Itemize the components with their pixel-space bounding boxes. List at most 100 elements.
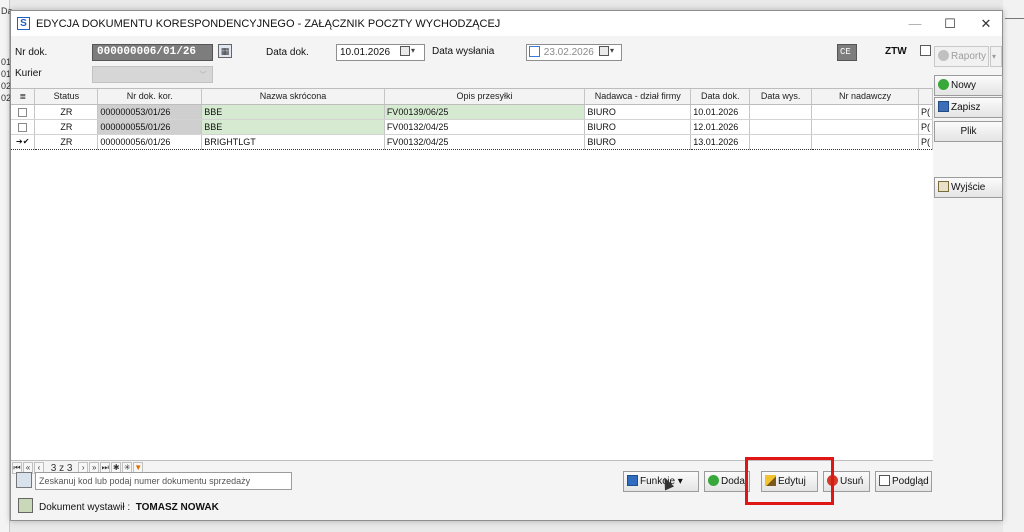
nr-dok-field[interactable]: 000000006/01/26 [92, 44, 213, 61]
table-row[interactable]: ZR 000000053/01/26 BBE FV00139/06/25 BIU… [11, 104, 933, 120]
plik-label: Plik [960, 126, 977, 137]
kurier-select[interactable]: ﹀ [92, 66, 213, 83]
data-wyslania-field[interactable]: 23.02.2026 ▾ [526, 44, 622, 61]
kurier-label: Kurier [15, 68, 42, 79]
cell-nadawca: BIURO [584, 104, 692, 120]
cell-data-dok: 12.01.2026 [690, 119, 751, 135]
ce-field[interactable]: CE [837, 44, 857, 61]
column-header[interactable]: Data wys. [749, 89, 813, 105]
cell-nr-nadawczy [811, 119, 919, 135]
column-header[interactable]: Nr dok. kor. [97, 89, 203, 105]
minimize-button[interactable]: — [901, 14, 929, 33]
column-header[interactable]: Nazwa skrócona [201, 89, 385, 105]
scan-icon[interactable] [16, 472, 32, 488]
cell-nazwa: BRIGHTLGT [201, 133, 385, 150]
reports-icon [938, 49, 949, 61]
plik-button[interactable]: Plik [934, 121, 1003, 142]
ztw-checkbox[interactable] [920, 45, 931, 56]
row-current-marker[interactable]: ➔✔ [11, 133, 36, 150]
scan-input[interactable]: Zeskanuj kod lub podaj numer dokumentu s… [35, 472, 292, 490]
issued-by-user: TOMASZ NOWAK [135, 502, 219, 513]
cell-opis: FV00132/04/25 [384, 119, 586, 135]
cell-nadawca: BIURO [584, 133, 692, 150]
row-checkbox[interactable] [18, 122, 28, 132]
issued-by: Dokument wystawił : TOMASZ NOWAK [39, 502, 219, 513]
maximize-button[interactable]: ☐ [936, 14, 964, 33]
row-checkbox[interactable] [18, 107, 28, 117]
preview-icon [879, 474, 890, 486]
column-header[interactable]: Nadawca - dział firmy [584, 89, 692, 105]
table-row[interactable]: ZR 000000055/01/26 BBE FV00132/04/25 BIU… [11, 119, 933, 135]
nowy-label: Nowy [951, 80, 977, 91]
raporty-button[interactable]: Raporty [934, 46, 989, 67]
zapisz-label: Zapisz [951, 102, 981, 113]
cell-extra: P( [918, 119, 933, 135]
background-column: Da 01 01 02 02 [0, 0, 13, 532]
dialog-window: S EDYCJA DOKUMENTU KORESPONDENCYJNEGO - … [10, 10, 1003, 521]
podglad-label: Podgląd [892, 476, 929, 487]
background-strip [1003, 0, 1024, 532]
cell-nr: 000000056/01/26 [97, 133, 203, 150]
usun-label: Usuń [840, 476, 864, 487]
dodaj-button[interactable]: Dodaj [704, 471, 750, 492]
documents-grid[interactable]: ≣ Status Nr dok. kor. Nazwa skrócona Opi… [11, 88, 933, 461]
title-bar: S EDYCJA DOKUMENTU KORESPONDENCYJNEGO - … [11, 11, 1002, 36]
raporty-label: Raporty [951, 51, 987, 62]
home-icon [938, 180, 949, 192]
chevron-down-icon: ﹀ [199, 72, 207, 79]
data-wyslania-checkbox[interactable] [529, 46, 540, 57]
calendar-dropdown-icon[interactable]: ▾ [599, 46, 614, 59]
data-dok-field[interactable]: 10.01.2026 ▾ [336, 44, 425, 61]
cell-nazwa: BBE [201, 104, 385, 120]
issued-by-label: Dokument wystawił : [39, 502, 131, 513]
cell-opis: FV00132/04/25 [384, 133, 586, 150]
calendar-dropdown-icon[interactable]: ▾ [400, 46, 415, 59]
table-header: ≣ Status Nr dok. kor. Nazwa skrócona Opi… [11, 89, 933, 105]
column-header[interactable]: Data dok. [690, 89, 751, 105]
nowy-button[interactable]: Nowy [934, 75, 1003, 96]
cell-nazwa: BBE [201, 119, 385, 135]
calculator-icon[interactable]: ▦ [218, 44, 232, 58]
data-wyslania-label: Data wysłania [432, 46, 495, 57]
column-header[interactable] [918, 89, 933, 105]
cell-nr-nadawczy [811, 133, 919, 150]
podglad-button[interactable]: Podgląd [875, 471, 932, 492]
row-checkbox-cell[interactable] [11, 119, 36, 135]
cell-extra: P( [918, 133, 933, 150]
raporty-dropdown[interactable]: ▾ [990, 46, 1002, 67]
cell-status: ZR [34, 104, 99, 120]
column-header[interactable]: Opis przesyłki [384, 89, 586, 105]
cell-extra: P( [918, 104, 933, 120]
functions-icon [627, 474, 638, 486]
documents-table: ≣ Status Nr dok. kor. Nazwa skrócona Opi… [11, 89, 933, 150]
table-row-selected[interactable]: ➔✔ ZR 000000056/01/26 BRIGHTLGT FV00132/… [11, 133, 933, 150]
cell-data-wys [749, 133, 813, 150]
zapisz-button[interactable]: Zapisz [934, 97, 1003, 118]
column-header-selector[interactable]: ≣ [11, 89, 36, 105]
cell-data-wys [749, 104, 813, 120]
cell-status: ZR [34, 119, 99, 135]
data-dok-label: Data dok. [266, 47, 309, 58]
wyjscie-label: Wyjście [951, 182, 986, 193]
cell-nr: 000000055/01/26 [97, 119, 203, 135]
ztw-label: ZTW [885, 46, 907, 57]
nr-dok-label: Nr dok. [15, 47, 48, 58]
column-header[interactable]: Status [34, 89, 99, 105]
save-icon [938, 100, 949, 112]
cell-data-dok: 13.01.2026 [690, 133, 751, 150]
close-button[interactable]: ✕ [972, 14, 1000, 33]
cell-status: ZR [34, 133, 99, 150]
cell-opis: FV00139/06/25 [384, 104, 586, 120]
row-checkbox-cell[interactable] [11, 104, 36, 120]
data-dok-value: 10.01.2026 [340, 47, 391, 58]
cell-nadawca: BIURO [584, 119, 692, 135]
column-header[interactable]: Nr nadawczy [811, 89, 919, 105]
cell-nr-nadawczy [811, 104, 919, 120]
window-title: EDYCJA DOKUMENTU KORESPONDENCYJNEGO - ZA… [36, 18, 501, 30]
cell-data-dok: 10.01.2026 [690, 104, 751, 120]
cell-nr: 000000053/01/26 [97, 104, 203, 120]
wyjscie-button[interactable]: Wyjście [934, 177, 1003, 198]
dodaj-label: Dodaj [721, 476, 748, 487]
app-icon: S [17, 17, 30, 30]
new-icon [938, 78, 949, 90]
